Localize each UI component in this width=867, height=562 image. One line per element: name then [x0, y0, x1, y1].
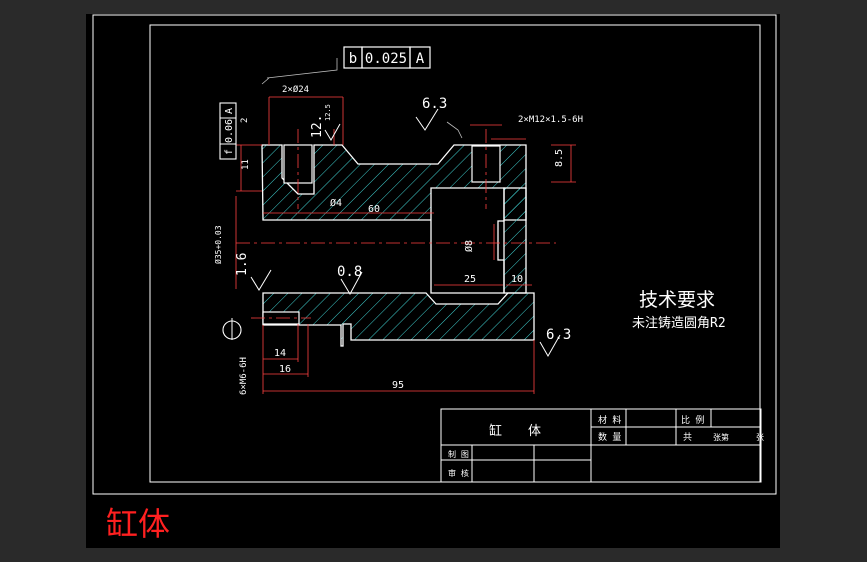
tech-title: 技术要求 — [639, 289, 715, 311]
tech-note: 未注铸造圆角R2 — [632, 315, 726, 331]
datum-a-circle — [222, 318, 242, 340]
cad-drawing: b 0.025 A 0.06 A f 6.3 12.5 12. 0.8 1.6 … — [92, 14, 777, 543]
dim-95: 95 — [392, 380, 404, 391]
left-tol-value: 0.06 — [224, 119, 235, 143]
dim-60: 60 — [368, 204, 380, 215]
dim-11: 11 — [241, 159, 251, 170]
tb-sheet-end: 张 — [756, 433, 764, 442]
dim-counterbore: 2×Ø24 — [282, 84, 309, 95]
tb-drawn: 制 图 — [448, 449, 469, 459]
fcf-datum-letter: b — [349, 51, 357, 67]
roughness-upper: 12. — [310, 115, 325, 138]
tb-scale: 比 例 — [681, 414, 704, 426]
part-name-2: 体 — [528, 424, 541, 439]
feature-control-frame: b 0.025 A — [343, 46, 431, 69]
tb-checked: 审 核 — [448, 468, 469, 478]
roughness-bottom-right: 6.3 — [546, 327, 571, 343]
lower-section — [262, 292, 535, 347]
left-tol-symbol: f — [224, 149, 235, 155]
fcf-datum-ref: A — [416, 51, 425, 67]
caption-text: 缸体 — [106, 505, 170, 543]
tb-total: 共 — [683, 432, 692, 443]
dim-2: 2 — [240, 118, 250, 123]
dim-phi8: Ø8 — [463, 240, 475, 252]
drawing-viewport[interactable]: b 0.025 A 0.06 A f 6.3 12.5 12. 0.8 1.6 … — [86, 14, 780, 548]
tb-sheet: 张第 — [713, 432, 729, 442]
dim-25: 25 — [464, 274, 476, 285]
dim-16: 16 — [279, 364, 291, 375]
roughness-top-left: 6.3 — [422, 96, 447, 112]
left-tolerance-frame: 0.06 A f — [219, 102, 237, 160]
left-tol-datum: A — [224, 108, 235, 114]
roughness-small-hole: 12.5 — [324, 104, 332, 121]
title-block-text: 缸 体 材 料 比 例 数 量 共 张第 张 制 图 审 核 — [448, 414, 764, 478]
dim-phi4: Ø4 — [330, 197, 342, 209]
roughness-left: 1.6 — [235, 253, 250, 276]
dim-85: 8.5 — [554, 149, 565, 167]
dim-10: 10 — [511, 274, 523, 285]
tb-quantity: 数 量 — [598, 431, 621, 443]
tb-material: 材 料 — [598, 414, 621, 426]
dim-14: 14 — [274, 348, 286, 359]
fcf-tolerance: 0.025 — [365, 51, 407, 67]
part-section — [261, 144, 535, 347]
part-name-1: 缸 — [489, 423, 502, 439]
dim-thread-top: 2×M12×1.5-6H — [518, 115, 583, 125]
dim-bore: Ø35+0.03 — [213, 225, 223, 264]
roughness-bore: 0.8 — [337, 264, 362, 280]
dim-thread-side: 6×M6-6H — [239, 357, 249, 395]
dimension-texts: 2×Ø24 2×M12×1.5-6H 2 11 8.5 Ø4 60 Ø8 Ø35… — [213, 84, 583, 395]
